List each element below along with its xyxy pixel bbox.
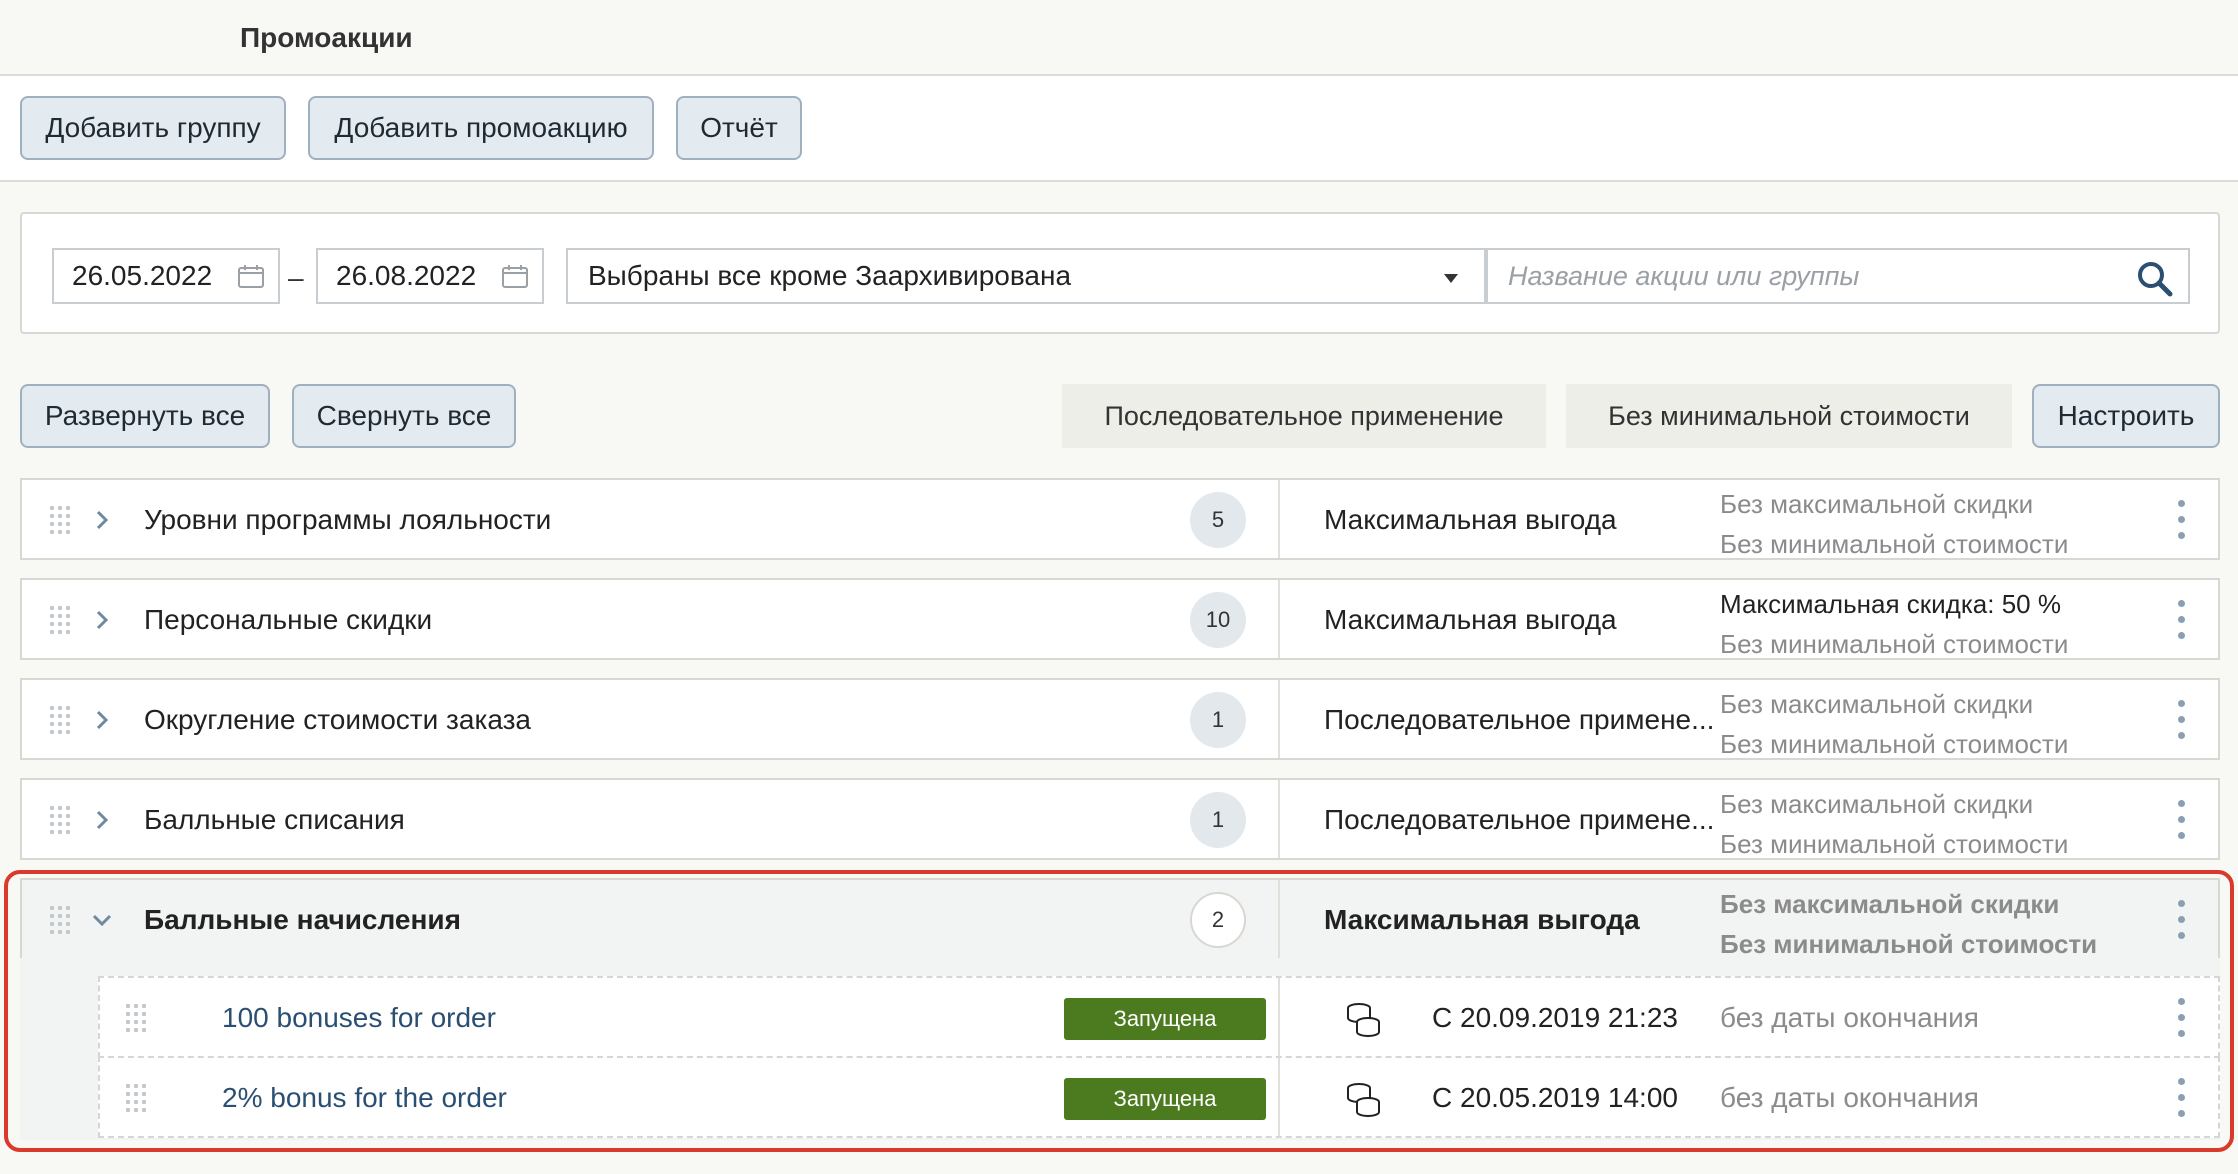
coins-icon — [1347, 1003, 1380, 1037]
group-row[interactable]: Округление стоимости заказа 1 Последоват… — [20, 678, 2220, 760]
group-row-expanded[interactable]: Балльные начисления 2 Максимальная выгод… — [20, 878, 2220, 960]
search-placeholder: Название акции или группы — [1508, 260, 1860, 291]
configure-button[interactable]: Настроить — [2032, 384, 2220, 448]
drag-handle-icon[interactable] — [50, 806, 70, 836]
report-button[interactable]: Отчёт — [676, 96, 802, 160]
min-cost-limit: Без минимальной стоимости — [1720, 529, 2069, 559]
group-limits: Без максимальной скидки Без минимальной … — [1720, 684, 2068, 764]
max-discount-limit: Без максимальной скидки — [1720, 889, 2060, 919]
coins-icon — [1347, 1083, 1380, 1117]
toolbar: Добавить группу Добавить промоакцию Отчё… — [0, 76, 2238, 182]
group-strategy: Последовательное примене... — [1324, 804, 1715, 835]
group-row[interactable]: Уровни программы лояльности 5 Максимальн… — [20, 478, 2220, 560]
chevron-down-icon — [1444, 274, 1458, 283]
drag-handle-icon[interactable] — [50, 706, 70, 736]
promo-end-date: без даты окончания — [1720, 1082, 1979, 1113]
max-discount-limit: Без максимальной скидки — [1720, 689, 2034, 719]
application-mode-label: Последовательное применение — [1062, 384, 1546, 448]
promo-row[interactable]: 100 bonuses for order Запущена С 20.09.2… — [98, 976, 2220, 1058]
max-discount-limit: Без максимальной скидки — [1720, 489, 2034, 519]
group-limits: Без максимальной скидки Без минимальной … — [1720, 484, 2068, 564]
add-promo-button[interactable]: Добавить промоакцию — [308, 96, 654, 160]
search-icon[interactable] — [2134, 258, 2176, 300]
max-discount-limit: Максимальная скидка: 50 % — [1720, 589, 2061, 619]
column-divider — [1278, 780, 1280, 858]
promo-count-badge: 1 — [1190, 792, 1246, 848]
date-to-field[interactable]: 26.08.2022 — [316, 248, 544, 304]
date-to-value: 26.08.2022 — [336, 260, 477, 291]
date-from-field[interactable]: 26.05.2022 — [52, 248, 280, 304]
chevron-right-icon[interactable] — [90, 508, 114, 532]
min-cost-label: Без минимальной стоимости — [1566, 384, 2012, 448]
group-strategy: Последовательное примене... — [1324, 704, 1715, 735]
calendar-icon[interactable] — [238, 264, 264, 288]
drag-handle-icon[interactable] — [50, 506, 70, 536]
date-range-separator: – — [288, 262, 304, 293]
group-promo-list: 100 bonuses for order Запущена С 20.09.2… — [20, 958, 2220, 1140]
column-divider — [1278, 580, 1280, 658]
min-cost-limit: Без минимальной стоимости — [1720, 729, 2069, 759]
max-discount-limit: Без максимальной скидки — [1720, 789, 2034, 819]
more-options-icon[interactable] — [2174, 998, 2188, 1038]
search-input[interactable]: Название акции или группы — [1486, 248, 2190, 304]
filter-panel: 26.05.2022 – 26.08.2022 Выбраны все кром… — [20, 212, 2220, 334]
group-strategy: Максимальная выгода — [1324, 604, 1617, 635]
group-name: Уровни программы лояльности — [144, 504, 552, 535]
group-limits: Максимальная скидка: 50 % Без минимально… — [1720, 584, 2068, 664]
chevron-right-icon[interactable] — [90, 808, 114, 832]
promo-name-link[interactable]: 2% bonus for the order — [222, 1082, 507, 1114]
column-divider — [1278, 978, 1280, 1056]
expand-all-button[interactable]: Развернуть все — [20, 384, 270, 448]
calendar-icon[interactable] — [502, 264, 528, 288]
status-select-value: Выбраны все кроме Заархивирована — [588, 260, 1072, 291]
chevron-down-icon[interactable] — [90, 908, 114, 932]
group-name: Балльные списания — [144, 804, 405, 835]
status-select[interactable]: Выбраны все кроме Заархивирована — [566, 248, 1486, 304]
top-bar: Промоакции — [0, 0, 2238, 76]
column-divider — [1278, 480, 1280, 558]
group-limits: Без максимальной скидки Без минимальной … — [1720, 784, 2068, 864]
more-options-icon[interactable] — [2174, 500, 2188, 540]
promo-count-badge: 5 — [1190, 492, 1246, 548]
status-badge: Запущена — [1064, 998, 1266, 1040]
drag-handle-icon[interactable] — [50, 606, 70, 636]
group-strategy: Максимальная выгода — [1324, 904, 1640, 935]
min-cost-limit: Без минимальной стоимости — [1720, 829, 2069, 859]
column-divider — [1278, 680, 1280, 758]
column-divider — [1278, 1058, 1280, 1136]
group-limits: Без максимальной скидки Без минимальной … — [1720, 884, 2097, 964]
status-badge: Запущена — [1064, 1078, 1266, 1120]
collapse-all-button[interactable]: Свернуть все — [292, 384, 516, 448]
page-title: Промоакции — [240, 22, 413, 53]
chevron-right-icon[interactable] — [90, 608, 114, 632]
drag-handle-icon[interactable] — [126, 1084, 146, 1114]
promo-name-link[interactable]: 100 bonuses for order — [222, 1002, 496, 1034]
chevron-right-icon[interactable] — [90, 708, 114, 732]
promo-start-date: С 20.05.2019 14:00 — [1432, 1082, 1678, 1113]
more-options-icon[interactable] — [2174, 1078, 2188, 1118]
more-options-icon[interactable] — [2174, 600, 2188, 640]
more-options-icon[interactable] — [2174, 900, 2188, 940]
promo-count-badge: 1 — [1190, 692, 1246, 748]
drag-handle-icon[interactable] — [50, 906, 70, 936]
add-group-button[interactable]: Добавить группу — [20, 96, 286, 160]
more-options-icon[interactable] — [2174, 700, 2188, 740]
group-name: Персональные скидки — [144, 604, 433, 635]
group-row[interactable]: Персональные скидки 10 Максимальная выго… — [20, 578, 2220, 660]
drag-handle-icon[interactable] — [126, 1004, 146, 1034]
more-options-icon[interactable] — [2174, 800, 2188, 840]
group-name: Балльные начисления — [144, 904, 461, 935]
group-name: Округление стоимости заказа — [144, 704, 531, 735]
group-row[interactable]: Балльные списания 1 Последовательное при… — [20, 778, 2220, 860]
promo-count-badge: 2 — [1190, 892, 1246, 948]
min-cost-limit: Без минимальной стоимости — [1720, 629, 2069, 659]
promo-end-date: без даты окончания — [1720, 1002, 1979, 1033]
promo-start-date: С 20.09.2019 21:23 — [1432, 1002, 1678, 1033]
promo-row[interactable]: 2% bonus for the order Запущена С 20.05.… — [98, 1056, 2220, 1138]
group-strategy: Максимальная выгода — [1324, 504, 1617, 535]
column-divider — [1278, 880, 1280, 958]
promo-count-badge: 10 — [1190, 592, 1246, 648]
date-from-value: 26.05.2022 — [72, 260, 213, 291]
